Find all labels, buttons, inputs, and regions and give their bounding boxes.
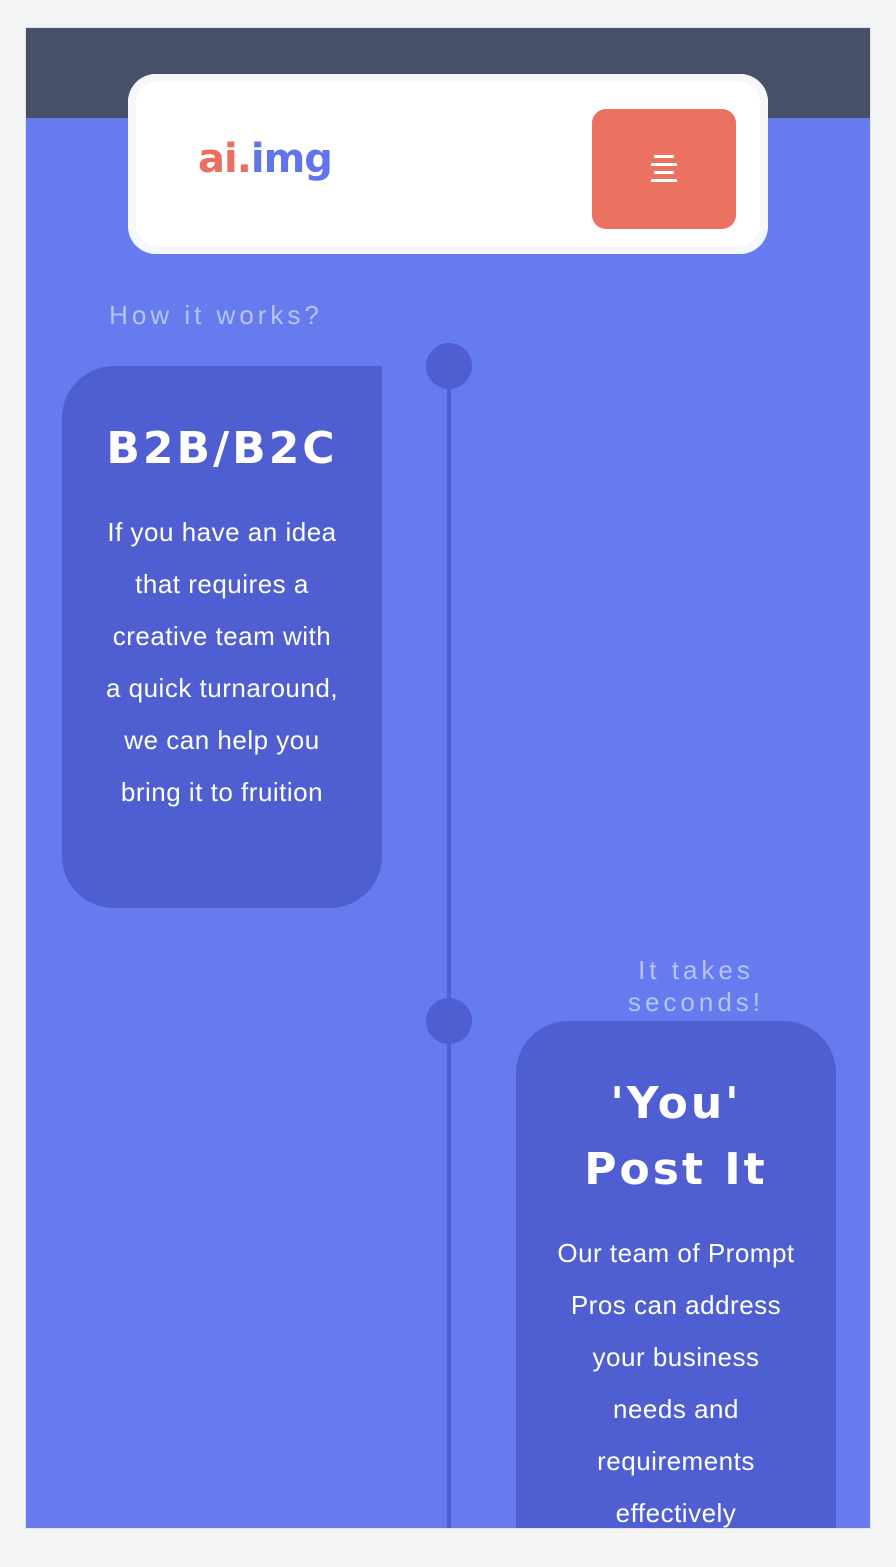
timeline-card: B2B/B2C If you have an idea that require… bbox=[62, 366, 382, 908]
section-eyebrow: It takes seconds! bbox=[627, 955, 765, 1017]
menu-button[interactable] bbox=[592, 109, 736, 229]
card-text: Our team of Prompt Pros can address your… bbox=[557, 1238, 795, 1528]
logo-part-ai: ai. bbox=[198, 136, 252, 182]
section-eyebrow: How it works? bbox=[109, 300, 323, 330]
card-title: 'You' Post It bbox=[584, 1078, 768, 1195]
timeline-dot bbox=[426, 998, 472, 1044]
timeline-dot bbox=[426, 343, 472, 389]
card-text: If you have an idea that requires a crea… bbox=[105, 517, 339, 807]
card-title: B2B/B2C bbox=[106, 423, 338, 474]
timeline-card: 'You' Post It Our team of Prompt Pros ca… bbox=[516, 1021, 836, 1528]
logo[interactable]: ai.img bbox=[198, 136, 333, 182]
logo-part-img: img bbox=[250, 136, 333, 182]
header-card: ai.img bbox=[128, 74, 768, 254]
timeline-line bbox=[447, 368, 451, 1528]
page-frame: ai.img How it works? B2B/B2C If you have… bbox=[25, 27, 871, 1529]
hamburger-menu-icon bbox=[651, 155, 677, 183]
